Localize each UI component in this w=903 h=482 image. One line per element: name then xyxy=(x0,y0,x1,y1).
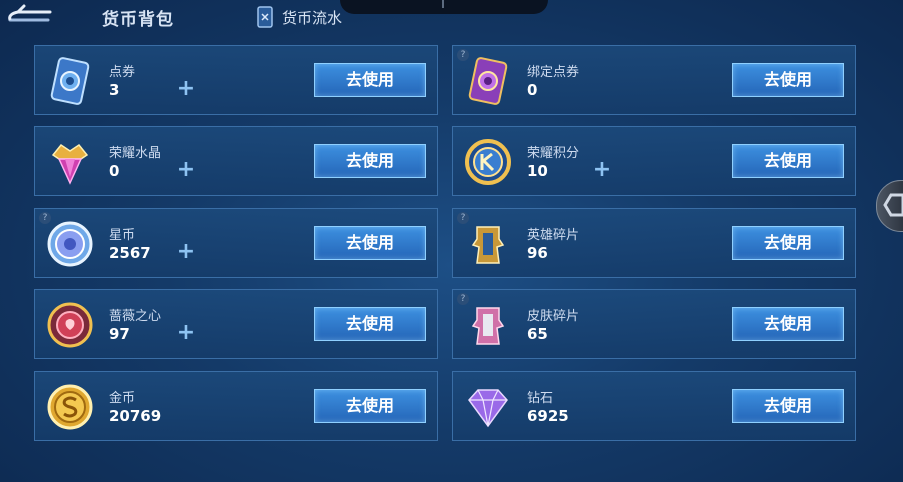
use-glory-points-button[interactable]: 去使用 xyxy=(732,144,844,178)
currency-card-skin-fragment: ? 皮肤碎片 65 去使用 xyxy=(452,289,856,359)
add-star-coin-icon[interactable]: + xyxy=(176,241,196,263)
currency-flow-link[interactable]: 货币流水 xyxy=(256,6,342,28)
add-ticket-icon[interactable]: + xyxy=(176,78,196,100)
ticket-icon xyxy=(50,57,90,105)
currency-amount: 97 xyxy=(109,325,130,343)
currency-name: 皮肤碎片 xyxy=(527,309,580,324)
page-title: 货币背包 xyxy=(102,10,174,30)
hexagon-icon xyxy=(883,193,903,217)
currency-card-rose-heart: 蔷薇之心 97 + 去使用 xyxy=(34,289,438,359)
currency-amount: 20769 xyxy=(109,407,162,425)
currency-card-diamond: 钻石 6925 去使用 xyxy=(452,371,856,441)
currency-amount: 2567 xyxy=(109,244,151,262)
currency-name: 绑定点券 xyxy=(527,65,580,80)
add-glory-crystal-icon[interactable]: + xyxy=(176,159,196,181)
currency-name: 荣耀水晶 xyxy=(109,146,162,161)
currency-card-bound-ticket: ? 绑定点券 0 去使用 xyxy=(452,45,856,115)
currency-name: 英雄碎片 xyxy=(527,228,580,243)
back-arrow-icon xyxy=(8,4,52,22)
ledger-icon xyxy=(257,6,273,28)
currency-card-glory-points: 荣耀积分 10 + 去使用 xyxy=(452,126,856,196)
use-glory-crystal-button[interactable]: 去使用 xyxy=(314,144,426,178)
rose-heart-icon xyxy=(47,302,93,348)
hero-fragment-icon xyxy=(471,226,505,264)
top-notch xyxy=(340,0,548,14)
currency-amount: 0 xyxy=(527,81,538,99)
use-diamond-button[interactable]: 去使用 xyxy=(732,389,844,423)
currency-name: 钻石 xyxy=(527,391,554,406)
skin-fragment-icon xyxy=(471,307,505,345)
bound-ticket-icon xyxy=(468,57,508,105)
currency-card-gold-coin: 金币 20769 去使用 xyxy=(34,371,438,441)
use-bound-ticket-button[interactable]: 去使用 xyxy=(732,63,844,97)
currency-card-hero-fragment: ? 英雄碎片 96 去使用 xyxy=(452,208,856,278)
currency-card-glory-crystal: 荣耀水晶 0 + 去使用 xyxy=(34,126,438,196)
currency-name: 荣耀积分 xyxy=(527,146,580,161)
gold-coin-icon xyxy=(47,384,93,430)
back-button[interactable] xyxy=(4,4,54,30)
currency-name: 星币 xyxy=(109,228,136,243)
star-coin-icon xyxy=(47,221,93,267)
currency-name: 蔷薇之心 xyxy=(109,309,162,324)
side-panel-handle[interactable] xyxy=(876,180,903,232)
top-bar: 货币背包 货币流水 xyxy=(0,0,903,36)
use-hero-fragment-button[interactable]: 去使用 xyxy=(732,226,844,260)
glory-points-icon xyxy=(465,139,511,185)
add-rose-heart-icon[interactable]: + xyxy=(176,322,196,344)
currency-amount: 3 xyxy=(109,81,120,99)
currency-amount: 6925 xyxy=(527,407,569,425)
currency-amount: 10 xyxy=(527,162,548,180)
currency-card-star-coin: ? 星币 2567 + 去使用 xyxy=(34,208,438,278)
use-ticket-button[interactable]: 去使用 xyxy=(314,63,426,97)
currency-name: 金币 xyxy=(109,391,136,406)
use-star-coin-button[interactable]: 去使用 xyxy=(314,226,426,260)
add-glory-points-icon[interactable]: + xyxy=(592,159,612,181)
currency-flow-label: 货币流水 xyxy=(282,8,343,27)
currency-amount: 0 xyxy=(109,162,120,180)
use-skin-fragment-button[interactable]: 去使用 xyxy=(732,307,844,341)
currency-amount: 65 xyxy=(527,325,548,343)
use-rose-heart-button[interactable]: 去使用 xyxy=(314,307,426,341)
glory-crystal-icon xyxy=(51,143,89,185)
use-gold-coin-button[interactable]: 去使用 xyxy=(314,389,426,423)
currency-card-ticket: 点券 3 + 去使用 xyxy=(34,45,438,115)
diamond-icon xyxy=(468,389,508,428)
currency-amount: 96 xyxy=(527,244,548,262)
currency-name: 点券 xyxy=(109,65,136,80)
